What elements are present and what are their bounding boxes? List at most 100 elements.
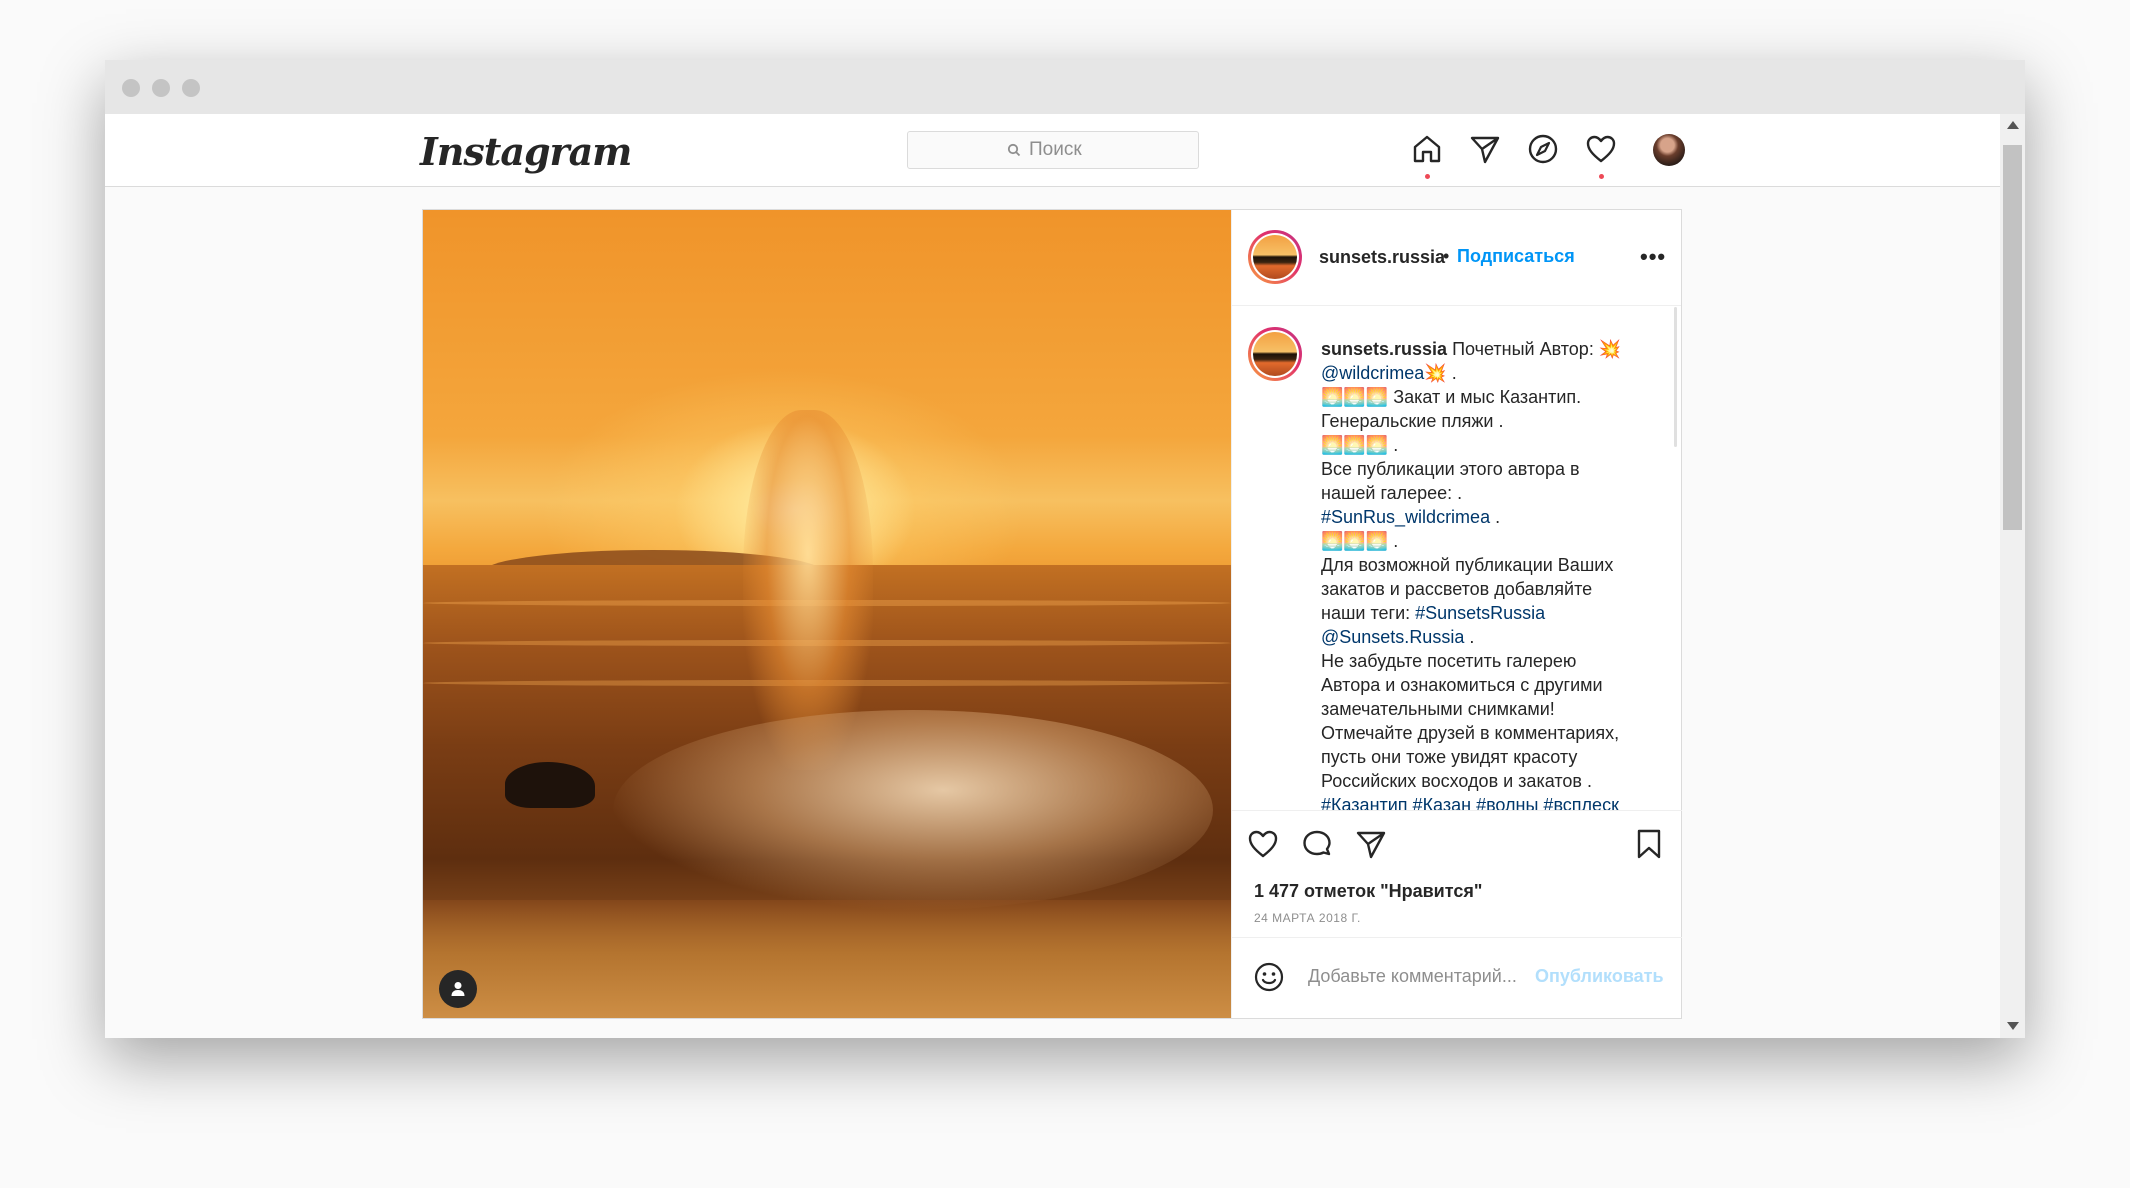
separator-bullet: •: [1443, 246, 1450, 266]
caption-line: Не забудьте посетить галерею: [1321, 649, 1651, 673]
caption-text-span: .: [1464, 627, 1475, 647]
caption-line: 🌅🌅🌅 .: [1321, 529, 1651, 553]
search-box[interactable]: [907, 131, 1199, 169]
page-scrollbar[interactable]: [2000, 114, 2025, 1038]
share-button[interactable]: [1354, 827, 1390, 863]
caption-link[interactable]: @Sunsets.Russia: [1321, 627, 1464, 647]
photo-shore: [423, 900, 1231, 1018]
page-viewport: Instagram Поиск sunsets.russia • Подписа…: [105, 114, 2025, 1038]
top-navbar: Instagram: [105, 114, 2000, 187]
caption-line: Для возможной публикации Ваших: [1321, 553, 1651, 577]
nav-direct-button[interactable]: [1468, 132, 1504, 168]
nav-explore-button[interactable]: [1526, 132, 1562, 168]
scroll-down-arrow[interactable]: [2007, 1022, 2019, 1030]
comment-input[interactable]: [1308, 966, 1538, 987]
post-side-panel: sunsets.russia • Подписаться ••• sunsets…: [1231, 210, 1682, 1018]
caption-line: Российских восходов и закатов .: [1321, 769, 1651, 793]
publish-comment-button[interactable]: Опубликовать: [1535, 966, 1664, 987]
caption-scroll-area[interactable]: sunsets.russia Почетный Автор: 💥 @wildcri…: [1232, 307, 1682, 810]
caption-text-span: Автора и ознакомиться с другими: [1321, 675, 1603, 695]
post-date[interactable]: 24 МАРТА 2018 Г.: [1254, 911, 1361, 925]
avatar-ring: [1251, 233, 1299, 281]
nav-activity-button[interactable]: [1584, 132, 1620, 179]
caption-text-span: .: [1490, 507, 1501, 527]
comment-button[interactable]: [1300, 827, 1336, 863]
author-username[interactable]: sunsets.russia: [1319, 247, 1445, 268]
nav-home-button[interactable]: [1410, 132, 1446, 179]
post-photo[interactable]: [423, 210, 1231, 1018]
caption-line: закатов и рассветов добавляйте: [1321, 577, 1651, 601]
scroll-thumb[interactable]: [2003, 145, 2022, 530]
photo-rock: [505, 762, 595, 808]
caption-text-span: Все публикации этого автора в: [1321, 459, 1580, 479]
caption-scrollbar[interactable]: [1674, 307, 1677, 447]
activity-notification-dot: [1599, 174, 1604, 179]
caption-text-span: 🌅🌅🌅 Закат и мыс Казантип.: [1321, 387, 1582, 407]
share-icon: [1356, 831, 1386, 859]
instagram-logo[interactable]: Instagram: [420, 129, 632, 174]
post-actions: 1 477 отметок "Нравится" 24 МАРТА 2018 Г…: [1232, 810, 1682, 936]
scroll-up-arrow[interactable]: [2007, 121, 2019, 129]
post-caption: sunsets.russia Почетный Автор: 💥 @wildcri…: [1321, 337, 1651, 810]
caption-text-span: пусть они тоже увидят красоту: [1321, 747, 1578, 767]
caption-line: Все публикации этого автора в: [1321, 457, 1651, 481]
caption-text-span: Почетный Автор: 💥: [1447, 339, 1622, 359]
avatar-image: [1253, 332, 1297, 376]
caption-line: наши теги: #SunsetsRussia: [1321, 601, 1651, 625]
tagged-users-button[interactable]: [439, 970, 477, 1008]
more-options-button[interactable]: •••: [1640, 244, 1666, 270]
caption-username[interactable]: sunsets.russia: [1321, 339, 1447, 359]
caption-text-span: Для возможной публикации Ваших: [1321, 555, 1614, 575]
caption-line: Генеральские пляжи .: [1321, 409, 1651, 433]
caption-text-span: 💥 .: [1424, 363, 1457, 383]
follow-button[interactable]: Подписаться: [1457, 246, 1575, 267]
caption-line: @wildcrimea💥 .: [1321, 361, 1651, 385]
avatar-image: [1253, 235, 1297, 279]
search-icon: [1007, 143, 1021, 157]
caption-text-span: Не забудьте посетить галерею: [1321, 651, 1577, 671]
photo-foam: [613, 710, 1213, 910]
caption-line: @Sunsets.Russia .: [1321, 625, 1651, 649]
user-icon: [451, 982, 465, 996]
search-input[interactable]: [1029, 139, 1099, 161]
caption-text-span: Российских восходов и закатов .: [1321, 771, 1592, 791]
window-close-button[interactable]: [122, 79, 140, 97]
window-minimize-button[interactable]: [152, 79, 170, 97]
emoji-smile-icon: [1254, 962, 1284, 992]
emoji-button[interactable]: [1252, 960, 1288, 996]
post-header: sunsets.russia • Подписаться •••: [1232, 210, 1681, 306]
caption-text-span: нашей галерее: .: [1321, 483, 1463, 503]
bookmark-icon: [1637, 829, 1661, 859]
add-comment-bar: Опубликовать: [1232, 937, 1682, 1018]
caption-link[interactable]: #Казантип #Казан #волны #всплеск: [1321, 795, 1619, 810]
home-icon: [1413, 135, 1441, 163]
activity-heart-icon: [1586, 135, 1616, 163]
direct-icon: [1470, 136, 1500, 164]
caption-line: #SunRus_wildcrimea .: [1321, 505, 1651, 529]
profile-avatar[interactable]: [1653, 134, 1685, 166]
like-button[interactable]: [1246, 827, 1282, 863]
caption-text-span: закатов и рассветов добавляйте: [1321, 579, 1593, 599]
caption-line: нашей галерее: .: [1321, 481, 1651, 505]
comment-icon: [1303, 830, 1331, 856]
caption-line: Автора и ознакомиться с другими: [1321, 673, 1651, 697]
caption-text-span: 🌅🌅🌅 .: [1321, 531, 1399, 551]
like-heart-icon: [1248, 830, 1278, 858]
avatar-ring: [1251, 330, 1299, 378]
window-maximize-button[interactable]: [182, 79, 200, 97]
caption-line: 🌅🌅🌅 .: [1321, 433, 1651, 457]
caption-text-span: 🌅🌅🌅 .: [1321, 435, 1399, 455]
caption-link[interactable]: #SunsetsRussia: [1415, 603, 1545, 623]
caption-link[interactable]: #SunRus_wildcrimea: [1321, 507, 1490, 527]
caption-link[interactable]: @wildcrimea: [1321, 363, 1424, 383]
caption-line: пусть они тоже увидят красоту: [1321, 745, 1651, 769]
likes-count[interactable]: 1 477 отметок "Нравится": [1254, 881, 1482, 902]
caption-line: замечательными снимками!: [1321, 697, 1651, 721]
caption-text-span: замечательными снимками!: [1321, 699, 1555, 719]
home-notification-dot: [1425, 174, 1430, 179]
caption-text-span: Генеральские пляжи .: [1321, 411, 1504, 431]
author-avatar[interactable]: [1248, 230, 1302, 284]
caption-author-avatar[interactable]: [1248, 327, 1302, 381]
caption-text-span: Отмечайте друзей в комментариях,: [1321, 723, 1620, 743]
save-button[interactable]: [1632, 827, 1668, 863]
